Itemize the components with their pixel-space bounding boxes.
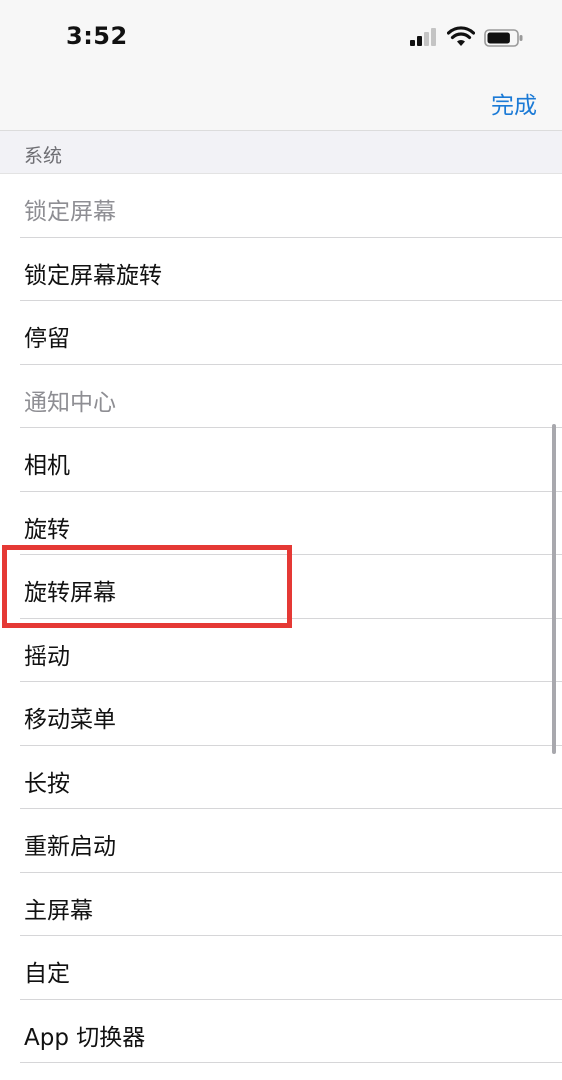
list-item[interactable]: 自定 (0, 936, 562, 1000)
scrollbar[interactable] (552, 424, 556, 754)
list-item-label: 停留 (24, 326, 70, 352)
cellular-signal-icon (410, 28, 438, 46)
list-item-label: 旋转 (24, 516, 70, 543)
list-item-label: 主屏幕 (24, 897, 93, 924)
highlight-box (2, 545, 292, 628)
row-separator (20, 1062, 562, 1063)
signal-bar-1 (410, 40, 415, 46)
status-time: 3:52 (66, 22, 128, 50)
section-header: 系统 (0, 131, 562, 174)
list-item[interactable]: 锁定屏幕旋转 (0, 237, 562, 301)
signal-bar-2 (417, 36, 422, 46)
list-item-label: 锁定屏幕 (24, 199, 116, 225)
list-item-label: 自定 (24, 961, 70, 987)
done-button[interactable]: 完成 (491, 86, 537, 120)
battery-fill (487, 32, 510, 44)
list-item-label: 移动菜单 (24, 707, 116, 733)
list-item-label: 通知中心 (24, 389, 116, 416)
list-item: 锁定屏幕 (0, 174, 562, 238)
list-item-label: App 切换器 (24, 1024, 146, 1051)
list-item[interactable]: 移动菜单 (0, 682, 562, 746)
signal-bar-3 (424, 32, 429, 46)
list-item[interactable]: 停留 (0, 301, 562, 365)
list-item-label: 长按 (24, 770, 70, 797)
list-item-label: 摇动 (24, 643, 70, 670)
signal-bar-4 (431, 28, 436, 46)
navigation-bar: 完成 (0, 72, 562, 131)
list-item[interactable]: 主屏幕 (0, 872, 562, 936)
screen: 3:52 完成 系统 锁定屏幕 锁定屏幕旋转 停留 通知中心 相机 旋转 旋转屏幕 摇动 移动菜… (0, 0, 562, 1080)
list-item-label: 锁定屏幕旋转 (24, 262, 162, 289)
list-item[interactable]: 相机 (0, 428, 562, 492)
list-item: 通知中心 (0, 364, 562, 428)
list-item-label: 重新启动 (24, 834, 116, 860)
wifi-icon (447, 26, 475, 46)
battery-icon (484, 29, 523, 47)
status-bar: 3:52 (0, 0, 562, 72)
list-item[interactable]: 重新启动 (0, 809, 562, 873)
section-title: 系统 (24, 145, 63, 167)
list-item[interactable]: 摇动 (0, 618, 562, 682)
list-item-label: 相机 (24, 453, 70, 479)
list-item[interactable]: 长按 (0, 745, 562, 809)
list-item[interactable]: App 切换器 (0, 999, 562, 1063)
